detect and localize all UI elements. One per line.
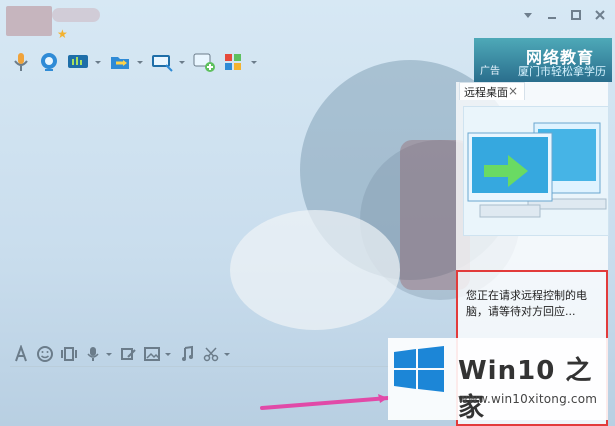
menu-caret-icon[interactable]: [521, 8, 535, 22]
remote-desktop-icon: [152, 55, 173, 72]
emoji-button[interactable]: [36, 342, 54, 366]
arrow-indicator: [256, 394, 406, 412]
tab-remote-desktop-label: 远程桌面: [464, 86, 508, 99]
dropdown-caret-icon: [165, 353, 171, 356]
dropdown-caret-icon: [95, 61, 101, 64]
apps-button[interactable]: [222, 48, 258, 76]
image-icon: [144, 347, 160, 361]
watermark-title: Win10 之家: [458, 356, 593, 423]
font-icon: [15, 345, 27, 362]
main-toolbar: [10, 48, 258, 76]
star-icon: ★: [57, 27, 68, 41]
arrow-icon: [260, 394, 390, 410]
minimize-icon[interactable]: [545, 8, 559, 22]
chat-window: ★ 网络教育 广告 厦门市轻松拿学历 远程桌面 × 您正在请求远程控制的电脑，请…: [0, 0, 615, 426]
voice-icon: [87, 347, 99, 361]
window-controls: [521, 7, 607, 23]
add-chat-button[interactable]: [192, 48, 216, 76]
watermark: Win10 之家 www.win10xitong.com: [388, 338, 608, 423]
dropdown-caret-icon: [137, 61, 143, 64]
edit-button[interactable]: [119, 342, 137, 366]
screen-share-icon: [68, 55, 88, 68]
shake-icon: [61, 347, 77, 361]
music-button[interactable]: [178, 342, 196, 366]
remote-desktop-button[interactable]: [150, 48, 186, 76]
watermark-url: www.win10xitong.com: [458, 392, 598, 406]
emoji-icon: [37, 346, 53, 362]
webcam-button[interactable]: [38, 48, 60, 76]
ad-tag: 广告: [480, 66, 500, 77]
cut-icon: [203, 347, 219, 362]
microphone-button[interactable]: [10, 48, 32, 76]
remote-desktop-illustration: [463, 106, 609, 236]
contact-name-blur: [52, 8, 100, 22]
apps-icon: [225, 54, 241, 70]
close-icon[interactable]: ×: [507, 85, 519, 97]
dropdown-caret-icon: [106, 353, 112, 356]
dropdown-caret-icon: [224, 353, 230, 356]
dropdown-caret-icon: [179, 61, 185, 64]
shake-button[interactable]: [60, 342, 78, 366]
windows-logo-icon: [392, 346, 446, 392]
maximize-icon[interactable]: [569, 8, 583, 22]
webcam-icon: [41, 53, 57, 71]
message-area[interactable]: [10, 84, 450, 344]
file-transfer-button[interactable]: [108, 48, 144, 76]
dropdown-caret-icon: [251, 61, 257, 64]
music-icon: [182, 345, 193, 361]
ad-banner[interactable]: 网络教育 广告 厦门市轻松拿学历: [474, 38, 612, 82]
close-icon[interactable]: [593, 8, 607, 22]
font-button[interactable]: [12, 342, 30, 366]
ad-subtitle: 厦门市轻松拿学历: [518, 65, 606, 78]
image-button[interactable]: [143, 342, 172, 366]
file-transfer-icon: [111, 57, 129, 69]
microphone-icon: [14, 53, 28, 71]
input-divider: [10, 366, 450, 367]
voice-button[interactable]: [84, 342, 113, 366]
add-chat-icon: [193, 53, 215, 72]
screen-share-button[interactable]: [66, 48, 102, 76]
input-toolbar: [12, 342, 231, 366]
avatar[interactable]: [6, 6, 52, 36]
remote-request-message: 您正在请求远程控制的电脑，请等待对方回应...: [466, 289, 587, 318]
edit-icon: [121, 348, 136, 360]
cut-button[interactable]: [202, 342, 231, 366]
